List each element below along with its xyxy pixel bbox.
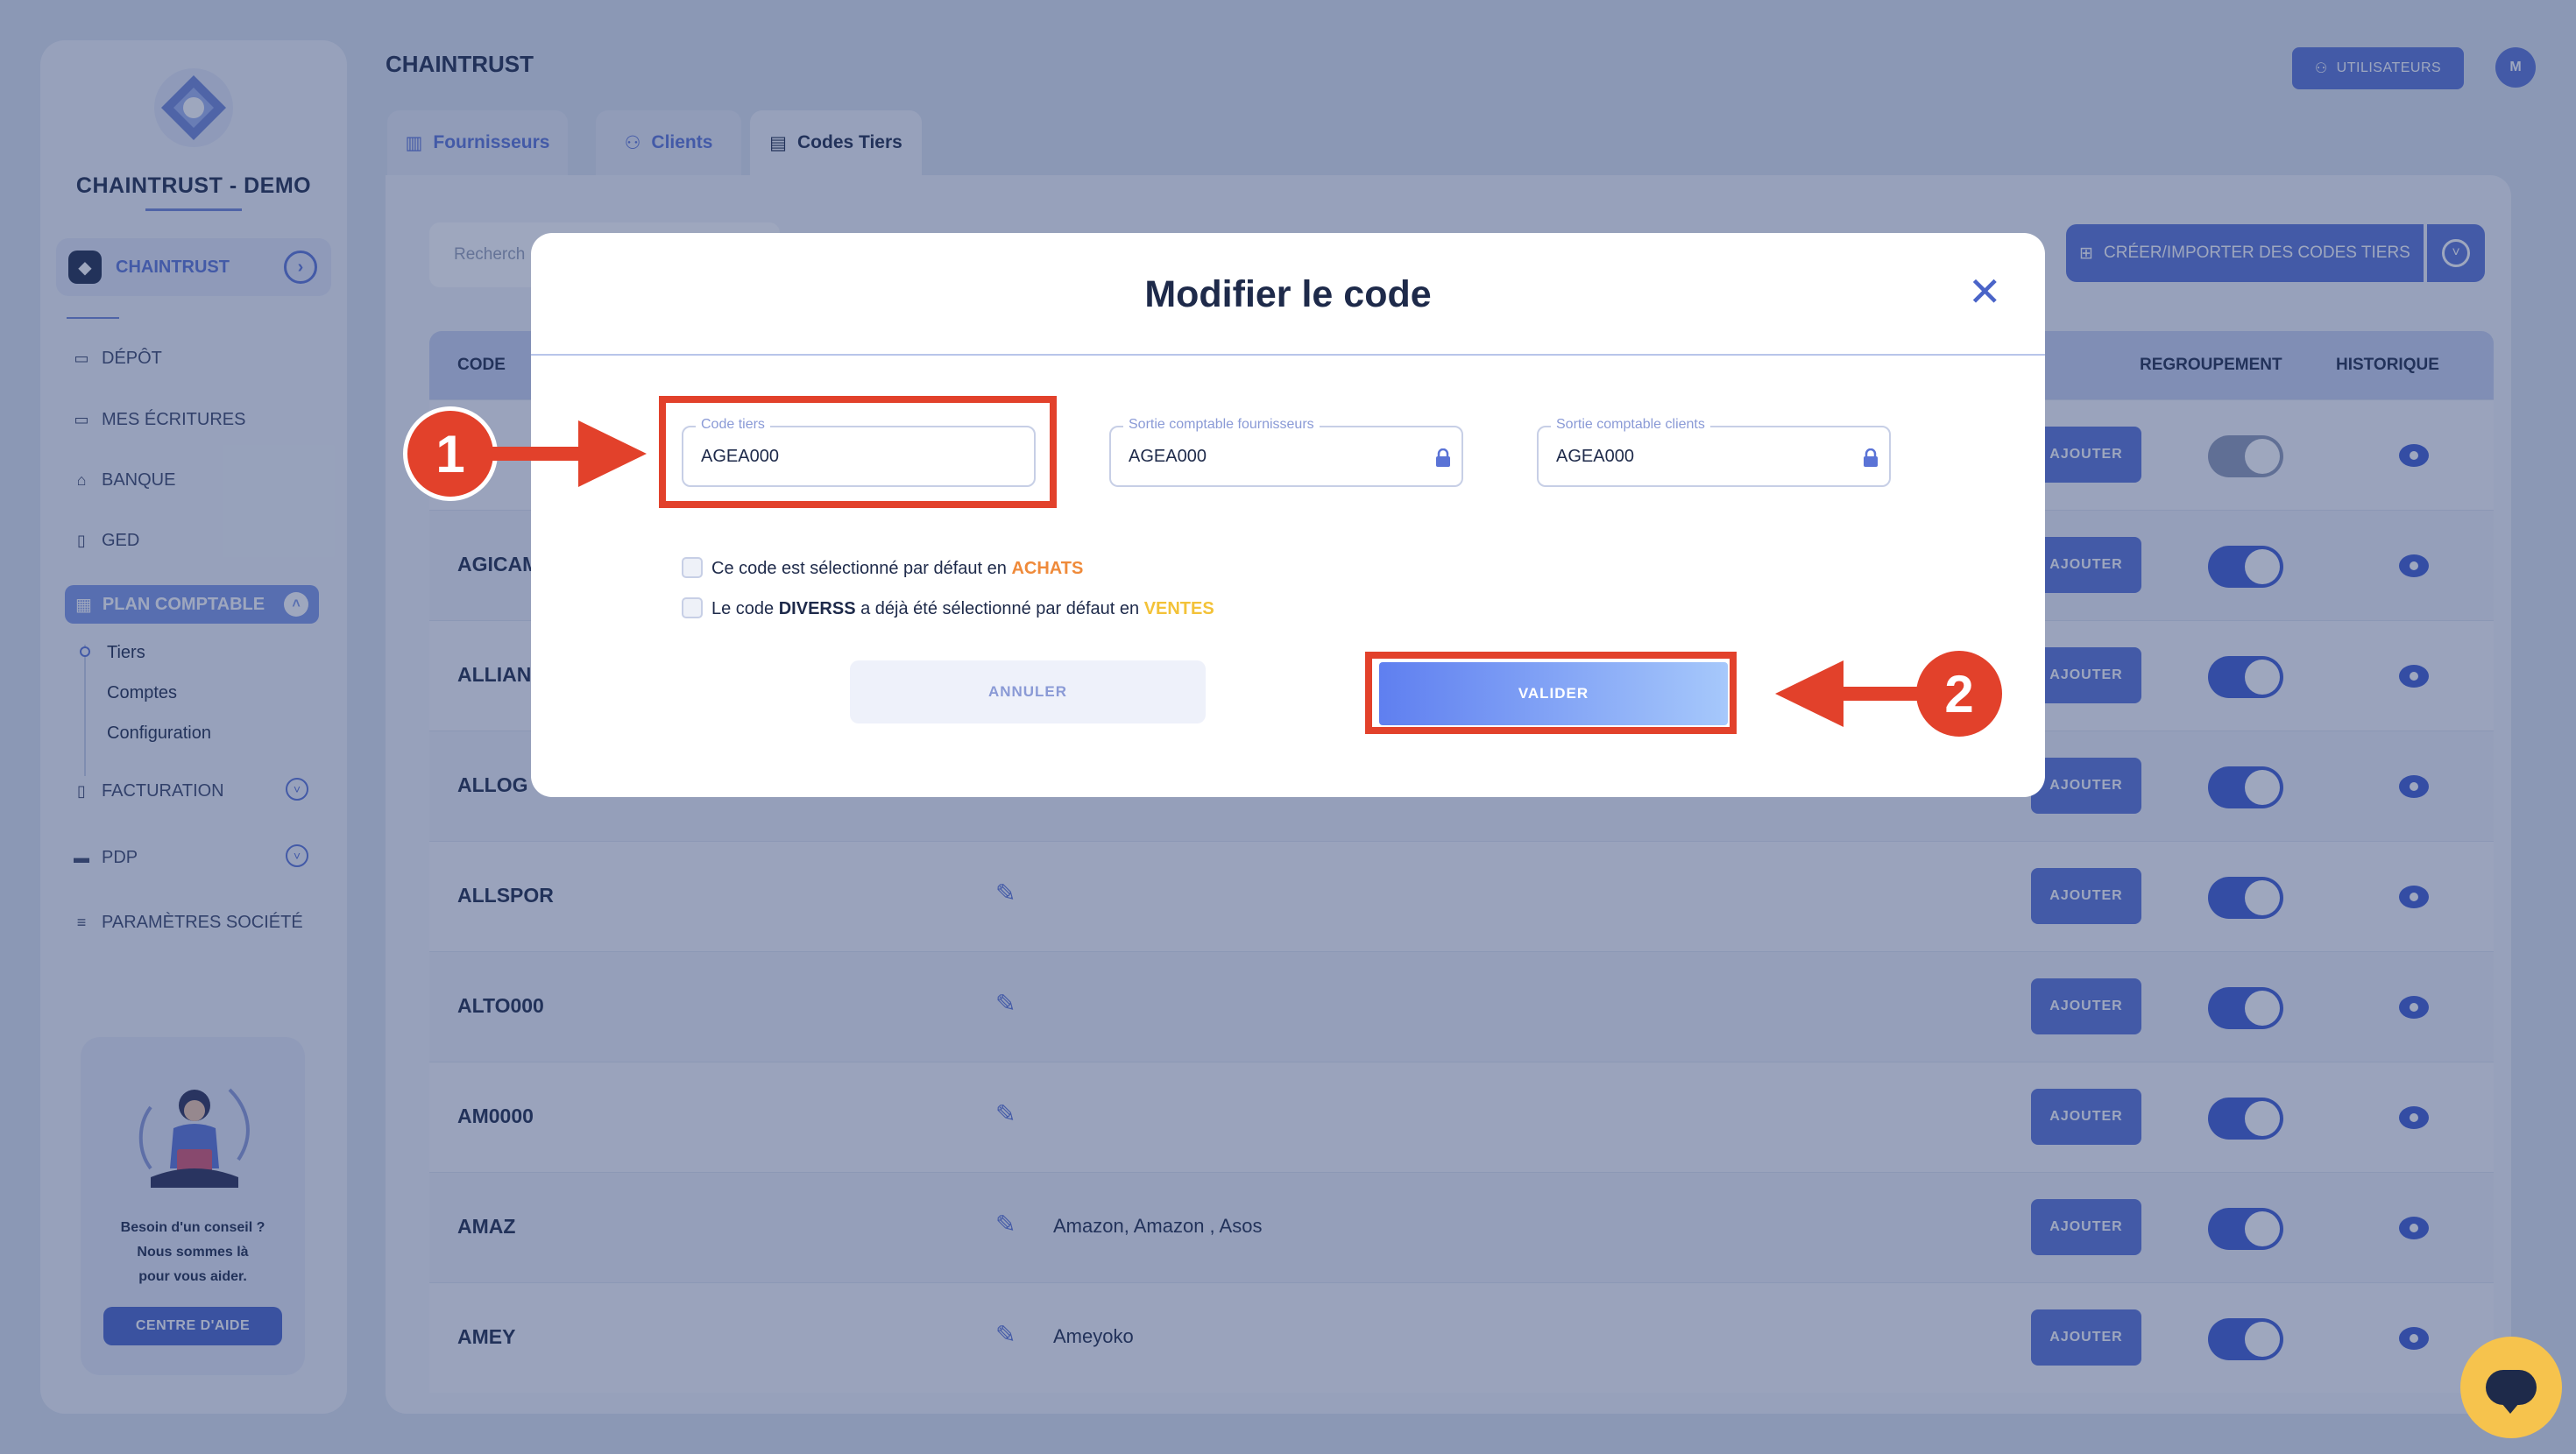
step-2-badge: 2 xyxy=(1912,646,2006,741)
highlight-code-tiers xyxy=(659,396,1057,508)
ventes-tag: VENTES xyxy=(1143,599,1214,618)
sortie-clients-value: AGEA000 xyxy=(1556,447,1634,466)
sortie-fournisseurs-value: AGEA000 xyxy=(1129,447,1207,466)
modal-divider xyxy=(531,354,2045,356)
lock-icon xyxy=(1436,448,1450,467)
achats-default-checkbox[interactable] xyxy=(682,557,703,578)
sortie-clients-field: Sortie comptable clients AGEA000 xyxy=(1537,417,1891,487)
achats-tag: ACHATS xyxy=(1011,559,1084,578)
lock-icon xyxy=(1864,448,1878,467)
chat-launcher[interactable] xyxy=(2460,1337,2562,1438)
ventes-text-prefix: Le code xyxy=(711,599,779,618)
step-1-badge: 1 xyxy=(403,406,498,501)
arrow-right-icon xyxy=(491,420,647,487)
close-icon[interactable]: ✕ xyxy=(1968,272,2002,312)
ventes-default-checkbox[interactable] xyxy=(682,597,703,618)
sortie-clients-label: Sortie comptable clients xyxy=(1551,417,1710,433)
sortie-fournisseurs-field: Sortie comptable fournisseurs AGEA000 xyxy=(1109,417,1463,487)
highlight-validate xyxy=(1365,652,1737,734)
modal-title: Modifier le code xyxy=(1144,273,1432,315)
sortie-fournisseurs-label: Sortie comptable fournisseurs xyxy=(1123,417,1320,433)
ventes-default-text: Le code DIVERSS a déjà été sélectionné p… xyxy=(711,599,1214,619)
cancel-button[interactable]: ANNULER xyxy=(850,660,1206,723)
ventes-text-middle: a déjà été sélectionné par défaut en xyxy=(855,599,1144,618)
achats-text-prefix: Ce code est sélectionné par défaut en xyxy=(711,559,1012,578)
arrow-left-icon xyxy=(1775,660,1922,727)
ventes-code: DIVERSS xyxy=(778,599,856,618)
achats-default-text: Ce code est sélectionné par défaut en AC… xyxy=(711,559,1083,579)
chat-bubble-icon xyxy=(2486,1370,2537,1414)
